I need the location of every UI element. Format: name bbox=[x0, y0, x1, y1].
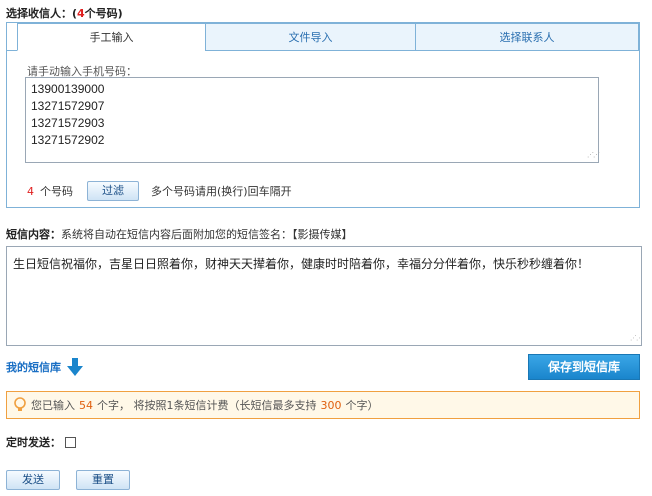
scheduled-send-checkbox[interactable] bbox=[65, 436, 76, 448]
tab-file-import[interactable]: 文件导入 bbox=[205, 23, 415, 51]
send-button[interactable]: 发送 bbox=[6, 470, 60, 490]
filter-button[interactable]: 过滤 bbox=[87, 181, 139, 201]
sms-library-label: 我的短信库 bbox=[6, 361, 61, 374]
number-count: 4 bbox=[27, 184, 34, 198]
phone-numbers-textarea[interactable]: 13900139000 13271572907 13271572903 1327… bbox=[25, 77, 600, 163]
separator-hint: 多个号码请用(换行)回车隔开 bbox=[151, 185, 292, 198]
reset-button[interactable]: 重置 bbox=[76, 470, 130, 490]
content-label: 短信内容： bbox=[6, 228, 61, 241]
arrow-down-icon bbox=[67, 358, 83, 376]
char-count: 54 bbox=[79, 398, 93, 412]
save-to-library-button[interactable]: 保存到短信库 bbox=[528, 354, 640, 380]
recipient-count: 4 bbox=[77, 7, 85, 20]
phone-numbers-text: 13900139000 13271572907 13271572903 1327… bbox=[31, 82, 105, 147]
recipient-tabs: 手工输入 文件导入 选择联系人 bbox=[17, 23, 639, 51]
tab-manual-input[interactable]: 手工输入 bbox=[17, 23, 205, 51]
number-count-unit: 个号码 bbox=[40, 185, 73, 198]
form-actions: 发送 重置 bbox=[6, 470, 130, 490]
count-row: 4 个号码 过滤 多个号码请用(换行)回车隔开 bbox=[27, 181, 292, 201]
scheduled-send: 定时发送： bbox=[6, 434, 76, 450]
message-text: 生日短信祝福你，吉星日日照着你，财神天天撵着你，健康时时陪着你，幸福分分伴着你，… bbox=[13, 257, 590, 271]
message-textarea[interactable]: 生日短信祝福你，吉星日日照着你，财神天天撵着你，健康时时陪着你，幸福分分伴着你，… bbox=[6, 246, 643, 346]
resize-grip-icon[interactable]: ⋰⋰ bbox=[587, 151, 600, 160]
scheduled-send-label: 定时发送： bbox=[6, 436, 61, 449]
lightbulb-icon bbox=[14, 397, 26, 411]
recipients-panel: 手工输入 文件导入 选择联系人 请手动输入手机号码： 13900139000 1… bbox=[6, 22, 640, 208]
message-resize-grip-icon[interactable]: ⋰⋰ bbox=[630, 334, 643, 343]
recipients-title: 选择收信人：(4个号码) bbox=[6, 7, 123, 20]
char-count-notice: 您已输入 54 个字， 将按照1条短信计费（长短信最多支持 300 个字） bbox=[6, 391, 640, 419]
sms-library-link[interactable]: 我的短信库 bbox=[6, 358, 83, 376]
tab-select-contacts[interactable]: 选择联系人 bbox=[415, 23, 639, 51]
max-chars: 300 bbox=[320, 398, 342, 412]
signature-note: 系统将自动在短信内容后面附加您的短信签名：【影摄传媒】 bbox=[61, 228, 353, 241]
content-label-row: 短信内容：系统将自动在短信内容后面附加您的短信签名：【影摄传媒】 bbox=[6, 226, 353, 242]
